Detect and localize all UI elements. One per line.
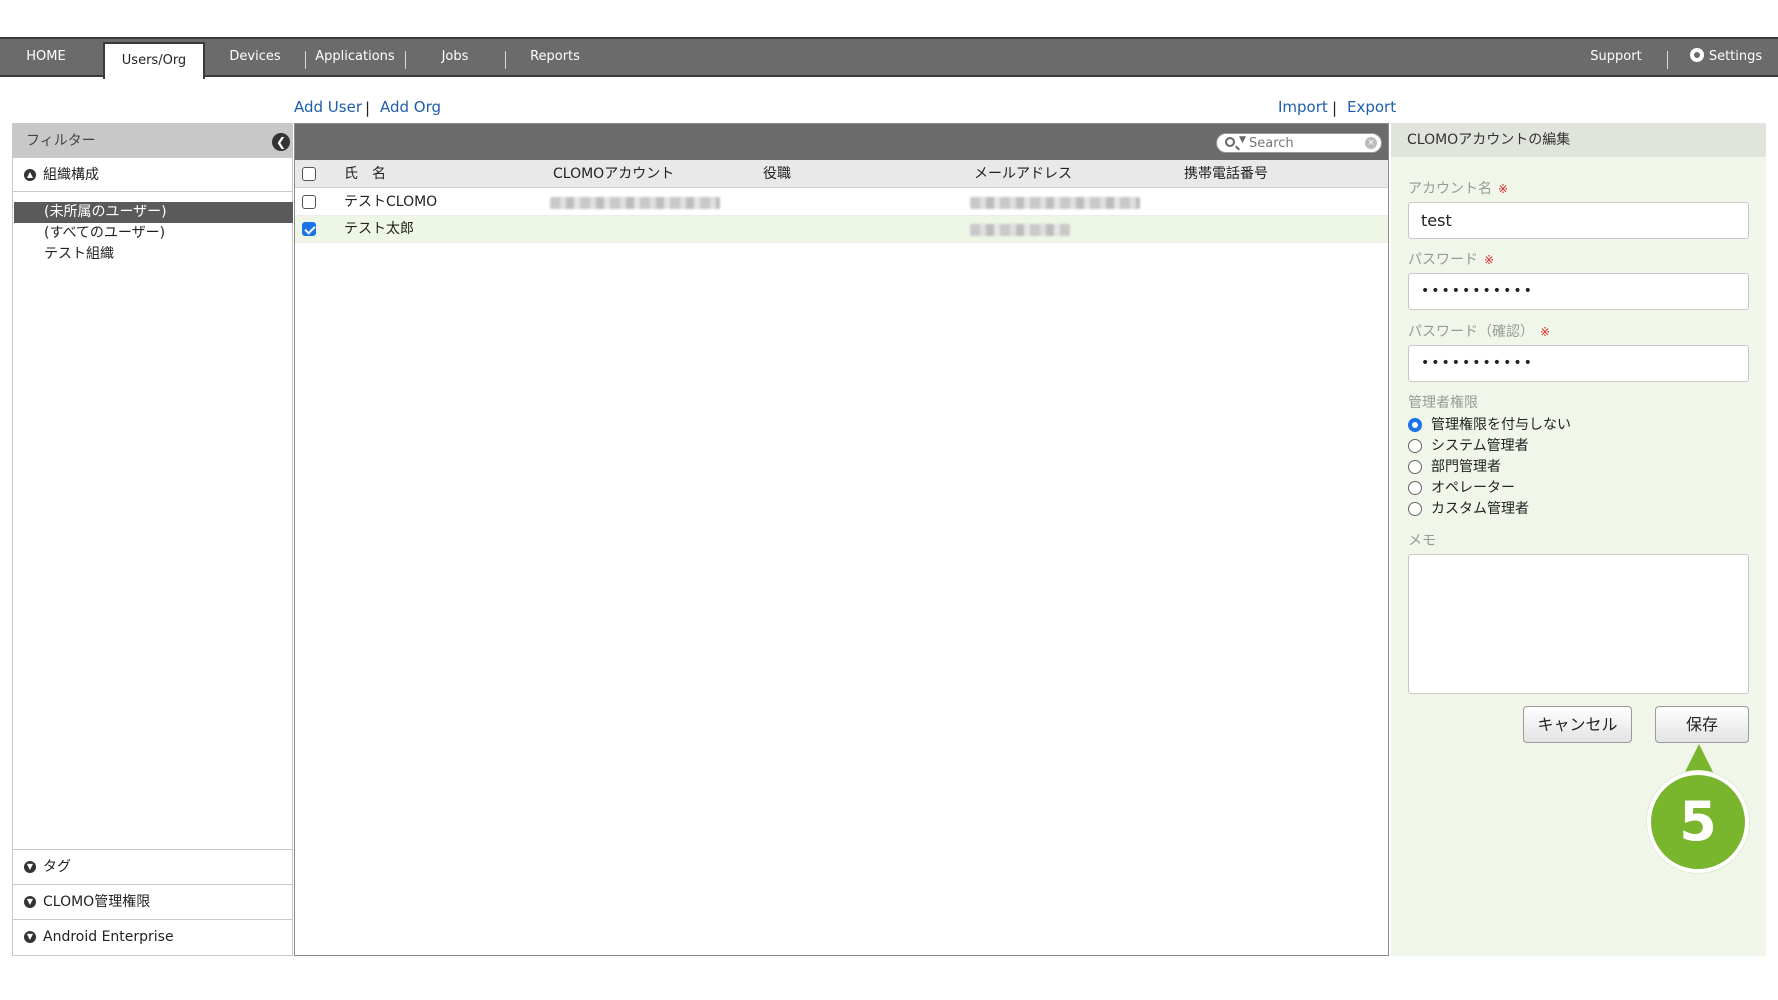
tab-users-org[interactable]: Users/Org xyxy=(103,42,205,79)
table-row[interactable]: テストCLOMO xyxy=(295,189,1388,216)
account-name-input[interactable]: test xyxy=(1408,202,1749,239)
tab-divider xyxy=(1667,51,1668,69)
tab-applications[interactable]: Applications xyxy=(310,39,400,75)
memo-label: メモ xyxy=(1408,533,1436,549)
required-mark: ※ xyxy=(1484,253,1495,267)
android-enterprise-section-header[interactable]: ▼ Android Enterprise xyxy=(13,919,292,954)
tab-devices[interactable]: Devices xyxy=(218,39,292,75)
tags-section-label: タグ xyxy=(43,859,71,875)
chevron-down-icon: ▼ xyxy=(24,896,36,908)
col-name[interactable]: 氏 名 xyxy=(344,160,386,188)
collapse-sidebar-button[interactable]: ❮ xyxy=(272,133,290,151)
radio-icon xyxy=(1408,502,1422,516)
clomo-admin-section-header[interactable]: ▼ CLOMO管理権限 xyxy=(13,884,292,919)
org-section-label: 組織構成 xyxy=(43,167,99,183)
clear-search-icon[interactable]: × xyxy=(1365,137,1377,149)
account-name-label-text: アカウント名 xyxy=(1408,181,1492,197)
export-link[interactable]: Export xyxy=(1347,98,1396,116)
list-header: 氏 名 CLOMOアカウント 役職 メールアドレス 携帯電話番号 xyxy=(295,160,1388,188)
password-input[interactable]: ••••••••••• xyxy=(1408,273,1749,310)
list-toolbar: ▼ × xyxy=(295,124,1388,160)
save-button[interactable]: 保存 xyxy=(1655,706,1749,743)
admin-permission-label: 管理者権限 xyxy=(1408,395,1478,411)
tab-divider xyxy=(305,51,306,69)
chevron-down-icon: ▼ xyxy=(24,861,36,873)
radio-icon xyxy=(1408,460,1422,474)
radio-selected-icon xyxy=(1408,418,1422,432)
filter-sidebar: フィルター ❮ ▲ 組織構成 (未所属のユーザー) (すべてのユーザー) テスト… xyxy=(12,123,293,956)
admin-option-system[interactable]: システム管理者 xyxy=(1408,436,1529,456)
row-checkbox[interactable] xyxy=(302,195,316,209)
tab-home[interactable]: HOME xyxy=(0,39,92,75)
search-icon xyxy=(1225,137,1235,147)
col-account[interactable]: CLOMOアカウント xyxy=(553,160,674,188)
tags-section-header[interactable]: ▼ タグ xyxy=(13,849,292,884)
android-enterprise-section-label: Android Enterprise xyxy=(43,929,174,945)
required-mark: ※ xyxy=(1498,182,1509,196)
step-callout: 5 xyxy=(1647,771,1749,873)
table-row[interactable]: テスト太郎 xyxy=(295,216,1388,243)
password-confirm-label: パスワード（確認） ※ xyxy=(1408,321,1550,341)
org-section-header[interactable]: ▲ 組織構成 xyxy=(13,158,292,192)
redacted-email xyxy=(970,197,1140,209)
top-nav: HOME Users/Org Devices Applications Jobs… xyxy=(0,37,1778,79)
admin-option-label: 管理権限を付与しない xyxy=(1431,417,1571,433)
chevron-down-icon: ▼ xyxy=(24,931,36,943)
col-email[interactable]: メールアドレス xyxy=(974,160,1072,188)
required-mark: ※ xyxy=(1540,325,1551,339)
admin-option-custom[interactable]: カスタム管理者 xyxy=(1408,499,1529,519)
add-user-link[interactable]: Add User xyxy=(294,98,362,116)
support-link[interactable]: Support xyxy=(1580,39,1652,75)
filter-header: フィルター ❮ xyxy=(13,124,292,158)
tree-item-test-org[interactable]: テスト組織 xyxy=(14,244,293,265)
import-link[interactable]: Import xyxy=(1278,98,1328,116)
account-name-label: アカウント名 ※ xyxy=(1408,178,1508,198)
radio-icon xyxy=(1408,439,1422,453)
admin-option-department[interactable]: 部門管理者 xyxy=(1408,457,1501,477)
tree-item-all-users[interactable]: (すべてのユーザー) xyxy=(14,223,293,244)
admin-option-label: システム管理者 xyxy=(1431,438,1529,454)
link-separator: | xyxy=(1332,99,1338,117)
col-title[interactable]: 役職 xyxy=(763,160,791,188)
password-label: パスワード ※ xyxy=(1408,249,1494,269)
memo-textarea[interactable] xyxy=(1408,554,1749,694)
tab-reports[interactable]: Reports xyxy=(520,39,590,75)
admin-option-label: 部門管理者 xyxy=(1431,459,1501,475)
redacted-email xyxy=(970,224,1070,236)
search-input[interactable] xyxy=(1249,135,1359,151)
col-phone[interactable]: 携帯電話番号 xyxy=(1184,160,1268,188)
link-separator: | xyxy=(365,99,371,117)
clomo-admin-section-label: CLOMO管理権限 xyxy=(43,894,151,910)
admin-option-label: カスタム管理者 xyxy=(1431,501,1529,517)
tab-divider xyxy=(405,51,406,69)
search-box[interactable]: ▼ × xyxy=(1216,133,1382,153)
redacted-account xyxy=(550,197,720,209)
select-all-checkbox[interactable] xyxy=(302,167,316,181)
filter-title: フィルター xyxy=(26,133,96,149)
app-root: HOME Users/Org Devices Applications Jobs… xyxy=(0,0,1778,1000)
password-label-text: パスワード xyxy=(1408,252,1478,268)
password-confirm-label-text: パスワード（確認） xyxy=(1408,324,1534,340)
row-name: テスト太郎 xyxy=(344,221,414,237)
settings-link[interactable]: Settings xyxy=(1680,39,1772,75)
row-name: テストCLOMO xyxy=(344,194,438,210)
add-org-link[interactable]: Add Org xyxy=(380,98,441,116)
admin-option-none[interactable]: 管理権限を付与しない xyxy=(1408,415,1571,435)
gear-icon xyxy=(1689,48,1704,62)
tree-item-unassigned-users[interactable]: (未所属のユーザー) xyxy=(14,202,293,223)
caret-down-icon[interactable]: ▼ xyxy=(1239,135,1246,145)
settings-label: Settings xyxy=(1708,49,1763,64)
row-checkbox-checked[interactable] xyxy=(302,222,316,236)
admin-option-label: オペレーター xyxy=(1431,480,1515,496)
edit-panel-title: CLOMOアカウントの編集 xyxy=(1391,123,1766,157)
tab-jobs[interactable]: Jobs xyxy=(420,39,490,75)
admin-option-operator[interactable]: オペレーター xyxy=(1408,478,1515,498)
tab-divider xyxy=(505,51,506,69)
cancel-button[interactable]: キャンセル xyxy=(1523,706,1632,743)
radio-icon xyxy=(1408,481,1422,495)
password-confirm-input[interactable]: ••••••••••• xyxy=(1408,345,1749,382)
chevron-up-icon: ▲ xyxy=(24,169,36,181)
user-list-panel: ▼ × 氏 名 CLOMOアカウント 役職 メールアドレス 携帯電話番号 テスト… xyxy=(294,123,1389,956)
